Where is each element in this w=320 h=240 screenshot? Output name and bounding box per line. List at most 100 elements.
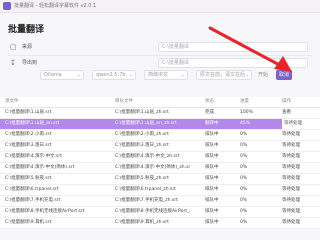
cell-source: C:\批量翻译\6.trpanel.srt: [5, 187, 59, 192]
cell-progress: 0%: [240, 209, 248, 214]
cell-progress: 0%: [240, 198, 248, 203]
table-row[interactable]: C:\批量翻译\4.演示-中文.srt C:\批量翻译\4.演示-中文_zh.sr…: [0, 152, 320, 163]
cell-status: 排队中: [205, 187, 219, 192]
model-select[interactable]: qwen2.5:7b ⌄: [92, 70, 136, 80]
cell-target: C:\批量翻译\5.秋夜_zh.srt: [115, 176, 169, 181]
table-row[interactable]: C:\批量翻译\5.秋夜.srt C:\批量翻译\5.秋夜_zh.srt 排队中 0%…: [0, 174, 320, 185]
cell-target: C:\批量翻译\1.山居_en_zh.srt: [115, 121, 177, 126]
cell-action[interactable]: 等待处理: [282, 141, 318, 151]
app-logo-icon: [3, 2, 11, 10]
folder-icon: ▢: [10, 43, 17, 51]
cell-status: 完成: [205, 110, 214, 115]
cell-action[interactable]: 等待处理: [282, 152, 318, 162]
cell-source: C:\批量翻译\7.手机充电.srt: [5, 198, 61, 203]
cell-action[interactable]: 等待处理: [282, 163, 318, 173]
table-row[interactable]: C:\批量翻译\7.手机充电.srt C:\批量翻译\7.手机充电_zh.srt 排…: [0, 196, 320, 207]
chevron-down-icon: ⌄: [180, 72, 185, 78]
cell-target: C:\批量翻译\8.手机无线连接AirPort_zh.srt: [115, 209, 190, 214]
cell-progress: 0%: [240, 154, 248, 159]
table-row[interactable]: C:\批量翻译\1.山居_en.srt C:\批量翻译\1.山居_en_zh.sr…: [0, 119, 320, 130]
cell-action[interactable]: 等待处理: [282, 185, 318, 195]
table-row[interactable]: C:\批量翻译\2.小雨.srt C:\批量翻译\2.小雨_zh.srt 排队中 0%…: [0, 130, 320, 141]
cell-status: 排队中: [205, 143, 219, 148]
cell-action[interactable]: 等待处理: [282, 196, 318, 206]
cell-source: C:\批量翻译\4.演示-中文.srt: [5, 154, 62, 159]
language-value: 简体中文: [148, 72, 169, 78]
cell-progress: 45%: [240, 121, 251, 126]
cell-progress: 0%: [240, 176, 248, 181]
cell-target: C:\批量翻译\9.耳机_zh.srt: [115, 220, 169, 225]
header-action: 操作: [282, 99, 291, 104]
table-row[interactable]: C:\批量翻译\4.演示-中文(简体).srt C:\批量翻译\4.演示-中文(简…: [0, 163, 320, 174]
cell-source: C:\批量翻译\3.落日.srt: [5, 143, 52, 148]
cell-progress: 0%: [240, 143, 248, 148]
start-button[interactable]: 开始: [258, 70, 268, 80]
table-row[interactable]: C:\批量翻译\1.山居.srt C:\批量翻译\1.山居_zh.srt 完成 100…: [0, 108, 320, 119]
format-select[interactable]: 原文在前，译文在后 ⌄: [196, 70, 252, 80]
cell-action[interactable]: 等待处理: [282, 218, 318, 228]
output-label: 导出到: [22, 60, 38, 66]
output-row: ↧ 导出到 C:\批量翻译: [8, 56, 312, 70]
cell-source: C:\批量翻译\5.秋夜.srt: [5, 176, 52, 181]
cell-source: C:\批量翻译\1.山居.srt: [5, 110, 52, 115]
table-row[interactable]: C:\批量翻译\6.trpanel.srt C:\批量翻译\6.trpanel_z…: [0, 185, 320, 196]
cell-action[interactable]: 等待处理: [282, 119, 320, 129]
cell-progress: 0%: [240, 187, 248, 192]
cell-status: 排队中: [205, 132, 219, 137]
cell-status: 排队中: [205, 209, 219, 214]
page-title: 批量翻译: [8, 25, 45, 35]
cell-progress: 0%: [240, 220, 248, 225]
chevron-down-icon: ⌄: [128, 72, 133, 78]
engine-select[interactable]: Ollama ⌄: [40, 70, 84, 80]
cell-status: 排队中: [205, 154, 219, 159]
table-row[interactable]: C:\批量翻译\3.落日.srt C:\批量翻译\3.落日_zh.srt 排队中 0%…: [0, 141, 320, 152]
cell-source: C:\批量翻译\2.小雨.srt: [5, 132, 52, 137]
cell-source: C:\批量翻译\1.山居_en.srt: [5, 121, 60, 126]
cell-target: C:\批量翻译\4.演示-中文(简体)_zh.srt: [115, 165, 190, 170]
engine-value: Ollama: [44, 72, 62, 78]
file-table: 源文件 目标文件 状态 进度 操作 C:\批量翻译\1.山居.srt C:\批量翻…: [0, 97, 320, 229]
cell-status: 排队中: [205, 198, 219, 203]
cell-target: C:\批量翻译\3.落日_zh.srt: [115, 143, 169, 148]
cell-progress: 0%: [240, 132, 248, 137]
cell-source: C:\批量翻译\4.演示-中文(简体).srt: [5, 165, 75, 170]
cell-action[interactable]: 等待处理: [282, 174, 318, 184]
cell-status: 排队中: [205, 165, 219, 170]
cell-action[interactable]: 等待处理: [282, 207, 318, 217]
table-row[interactable]: C:\批量翻译\8.手机无线连接AirPort.srt C:\批量翻译\8.手机无…: [0, 207, 320, 218]
cell-source: C:\批量翻译\9.耳机.srt: [5, 220, 52, 225]
cell-target: C:\批量翻译\6.trpanel_zh.srt: [115, 187, 176, 192]
cell-target: C:\批量翻译\2.小雨_zh.srt: [115, 132, 169, 137]
output-input[interactable]: C:\批量翻译: [158, 58, 308, 68]
header-source: 源文件: [5, 99, 19, 104]
cell-action[interactable]: 等待处理: [282, 130, 318, 140]
cell-progress: 100%: [240, 110, 253, 115]
cell-target: C:\批量翻译\7.手机充电_zh.srt: [115, 198, 178, 203]
table-body: C:\批量翻译\1.山居.srt C:\批量翻译\1.山居_zh.srt 完成 100…: [0, 108, 320, 229]
source-label: 来源: [22, 44, 33, 50]
cell-source: C:\批量翻译\8.手机无线连接AirPort.srt: [5, 209, 85, 214]
cell-action[interactable]: 查看: [282, 108, 318, 118]
language-select[interactable]: 简体中文 ⌄: [144, 70, 188, 80]
source-row: ▢ 来源 C:\批量翻译: [8, 40, 312, 54]
model-value: qwen2.5:7b: [96, 72, 126, 78]
header-status: 状态: [205, 99, 214, 104]
cell-status: 排队中: [205, 220, 219, 225]
format-value: 原文在前，译文在后: [200, 72, 246, 78]
header-target: 目标文件: [115, 99, 133, 104]
chevron-down-icon: ⌄: [244, 72, 249, 78]
table-header: 源文件 目标文件 状态 进度 操作: [0, 97, 320, 108]
title-bar: 批量翻译 - 轻松翻译字幕软件 v2.0.1: [0, 0, 320, 13]
download-icon: ↧: [10, 59, 16, 67]
cell-progress: 0%: [240, 165, 248, 170]
cell-status: 翻译中: [205, 121, 219, 126]
chevron-down-icon: ⌄: [76, 72, 81, 78]
table-row[interactable]: C:\批量翻译\9.耳机.srt C:\批量翻译\9.耳机_zh.srt 排队中 0%…: [0, 218, 320, 229]
source-input[interactable]: C:\批量翻译: [158, 42, 308, 52]
cell-target: C:\批量翻译\1.山居_zh.srt: [115, 110, 169, 115]
cancel-button[interactable]: 取消: [276, 70, 293, 80]
header-progress: 进度: [240, 99, 249, 104]
cell-status: 排队中: [205, 176, 219, 181]
cell-target: C:\批量翻译\4.演示-中文_zh.srt: [115, 154, 180, 159]
app-title: 批量翻译 - 轻松翻译字幕软件 v2.0.1: [14, 3, 97, 9]
